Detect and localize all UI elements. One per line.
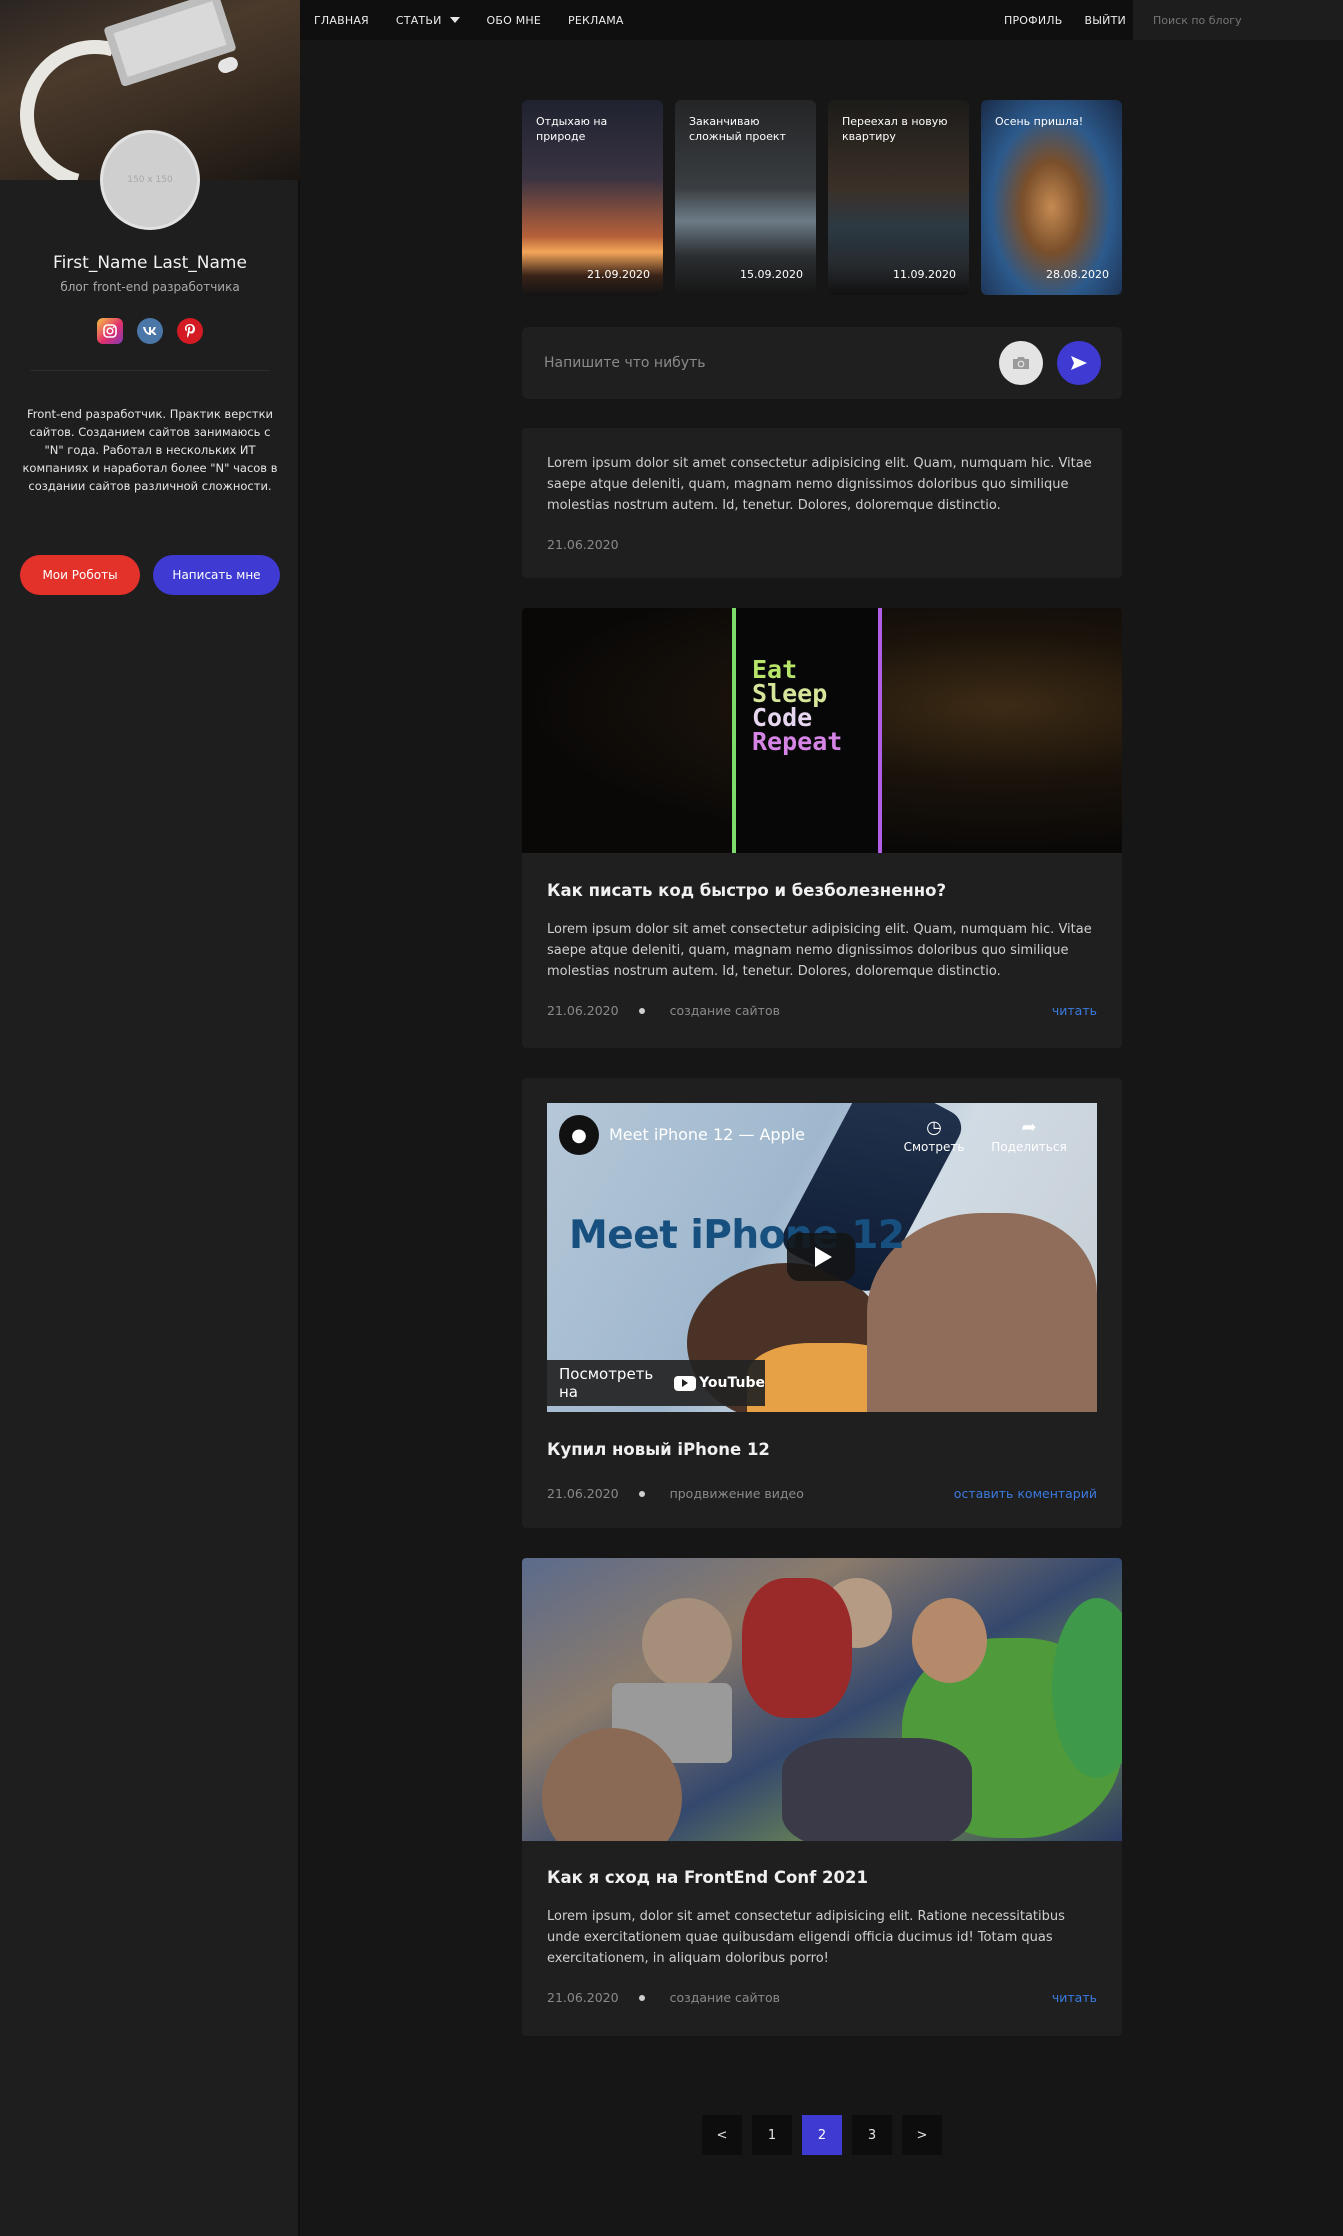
- pagination-page-current[interactable]: 2: [802, 2115, 842, 2155]
- post-category[interactable]: создание сайтов: [670, 1003, 780, 1018]
- story-card[interactable]: Осень пришла! 28.08.2020: [981, 100, 1122, 295]
- nav-item-articles[interactable]: СТАТЬИ: [396, 14, 460, 27]
- pinterest-icon[interactable]: [177, 318, 203, 344]
- post-date: 21.06.2020: [547, 1990, 619, 2005]
- top-navigation: ГЛАВНАЯ СТАТЬИ ОБО МНЕ РЕКЛАМА ПРОФИЛЬ В…: [300, 0, 1343, 40]
- separator-dot: [638, 1994, 645, 2001]
- post-text: Lorem ipsum, dolor sit amet consectetur …: [547, 1909, 1065, 1966]
- story-date: 15.09.2020: [740, 268, 803, 281]
- separator-dot: [638, 1490, 645, 1497]
- post-card-video: ● Meet iPhone 12 — Apple ◷ Смотреть ➦ По…: [522, 1078, 1122, 1528]
- nav-item-about[interactable]: ОБО МНЕ: [487, 14, 541, 27]
- nav-item-home[interactable]: ГЛАВНАЯ: [314, 14, 369, 27]
- chevron-down-icon: [449, 17, 460, 23]
- nav-item-profile[interactable]: ПРОФИЛЬ: [1004, 14, 1062, 27]
- story-date: 28.08.2020: [1046, 268, 1109, 281]
- nav-item-logout[interactable]: ВЫЙТИ: [1084, 14, 1125, 27]
- avatar-placeholder-text: 150 x 150: [127, 175, 173, 185]
- watch-on-label: Посмотреть на: [559, 1365, 654, 1401]
- profile-name: First_Name Last_Name: [53, 253, 247, 273]
- play-button[interactable]: [787, 1233, 855, 1281]
- social-links: [0, 318, 300, 344]
- post-image-phone-text: Eat Sleep Code Repeat: [752, 655, 843, 756]
- post-card-text: Lorem ipsum dolor sit amet consectetur a…: [522, 428, 1122, 578]
- pagination-prev[interactable]: <: [702, 2115, 742, 2155]
- write-me-button[interactable]: Написать мне: [153, 555, 280, 595]
- stories: Отдыхаю на природе 21.09.2020 Заканчиваю…: [522, 100, 1122, 295]
- video-player[interactable]: ● Meet iPhone 12 — Apple ◷ Смотреть ➦ По…: [547, 1103, 1097, 1412]
- watch-later-button[interactable]: ◷ Смотреть: [899, 1117, 969, 1154]
- post-image[interactable]: Eat Sleep Code Repeat: [522, 608, 1122, 853]
- pagination: < 1 2 3 >: [702, 2115, 942, 2155]
- watch-on-youtube-button[interactable]: Посмотреть на YouTube: [547, 1360, 765, 1406]
- read-link[interactable]: читать: [1052, 1990, 1097, 2005]
- post-card-conference: Как я сход на FrontEnd Conf 2021 Lorem i…: [522, 1558, 1122, 2036]
- story-title: Переехал в новую квартиру: [842, 115, 948, 143]
- post-category[interactable]: продвижение видео: [670, 1486, 804, 1501]
- share-label: Поделиться: [991, 1140, 1067, 1154]
- post-meta: 21.06.2020 создание сайтов: [547, 1990, 780, 2005]
- comment-link[interactable]: оставить коментарий: [954, 1486, 1097, 1501]
- story-card[interactable]: Переехал в новую квартиру 11.09.2020: [828, 100, 969, 295]
- camera-icon[interactable]: [999, 341, 1043, 385]
- about-text: Front-end разработчик. Практик верстки с…: [22, 407, 278, 493]
- read-link[interactable]: читать: [1052, 1003, 1097, 1018]
- search-input[interactable]: [1133, 0, 1343, 40]
- post-card-code: Eat Sleep Code Repeat Как писать код быс…: [522, 608, 1122, 1048]
- story-card[interactable]: Заканчиваю сложный проект 15.09.2020: [675, 100, 816, 295]
- composer-input[interactable]: Напишите что нибуть: [544, 327, 706, 399]
- nav-item-ads[interactable]: РЕКЛАМА: [568, 14, 624, 27]
- send-icon[interactable]: [1057, 341, 1101, 385]
- post-date: 21.06.2020: [547, 537, 619, 552]
- post-category[interactable]: создание сайтов: [670, 1990, 780, 2005]
- sidebar-divider: [30, 370, 270, 371]
- post-text: Lorem ipsum dolor sit amet consectetur a…: [547, 456, 1092, 513]
- share-icon: ➦: [1021, 1117, 1037, 1138]
- avatar[interactable]: 150 x 150: [100, 130, 200, 230]
- story-card[interactable]: Отдыхаю на природе 21.09.2020: [522, 100, 663, 295]
- story-title: Отдыхаю на природе: [536, 115, 608, 143]
- profile-subtitle: блог front-end разработчика: [60, 280, 240, 294]
- video-title[interactable]: Meet iPhone 12 — Apple: [609, 1125, 805, 1144]
- story-date: 21.09.2020: [587, 268, 650, 281]
- story-date: 11.09.2020: [893, 268, 956, 281]
- post-meta: 21.06.2020: [547, 537, 619, 552]
- play-icon: [814, 1247, 832, 1267]
- clock-icon: ◷: [926, 1117, 942, 1138]
- story-title: Осень пришла!: [995, 115, 1084, 128]
- share-button[interactable]: ➦ Поделиться: [984, 1117, 1074, 1154]
- nav-item-articles-label: СТАТЬИ: [395, 13, 442, 27]
- post-title[interactable]: Как писать код быстро и безболезненно?: [547, 881, 946, 900]
- sidebar: 150 x 150 First_Name Last_Name блог fron…: [0, 0, 300, 2236]
- separator-dot: [638, 1007, 645, 1014]
- instagram-icon[interactable]: [97, 318, 123, 344]
- pagination-page[interactable]: 3: [852, 2115, 892, 2155]
- pagination-next[interactable]: >: [902, 2115, 942, 2155]
- watch-later-label: Смотреть: [903, 1140, 965, 1154]
- post-text: Lorem ipsum dolor sit amet consectetur a…: [547, 922, 1092, 979]
- apple-logo-icon[interactable]: ●: [559, 1115, 599, 1155]
- post-title[interactable]: Купил новый iPhone 12: [547, 1440, 770, 1459]
- post-composer: Напишите что нибуть: [522, 327, 1122, 399]
- post-meta: 21.06.2020 продвижение видео: [547, 1486, 804, 1501]
- my-robots-button[interactable]: Мои Роботы: [20, 555, 140, 595]
- story-title: Заканчиваю сложный проект: [689, 115, 786, 143]
- post-date: 21.06.2020: [547, 1003, 619, 1018]
- vk-icon[interactable]: [137, 318, 163, 344]
- pagination-page[interactable]: 1: [752, 2115, 792, 2155]
- post-image[interactable]: [522, 1558, 1122, 1841]
- post-date: 21.06.2020: [547, 1486, 619, 1501]
- youtube-logo-icon: YouTube: [674, 1375, 765, 1391]
- post-title[interactable]: Как я сход на FrontEnd Conf 2021: [547, 1868, 868, 1887]
- post-meta: 21.06.2020 создание сайтов: [547, 1003, 780, 1018]
